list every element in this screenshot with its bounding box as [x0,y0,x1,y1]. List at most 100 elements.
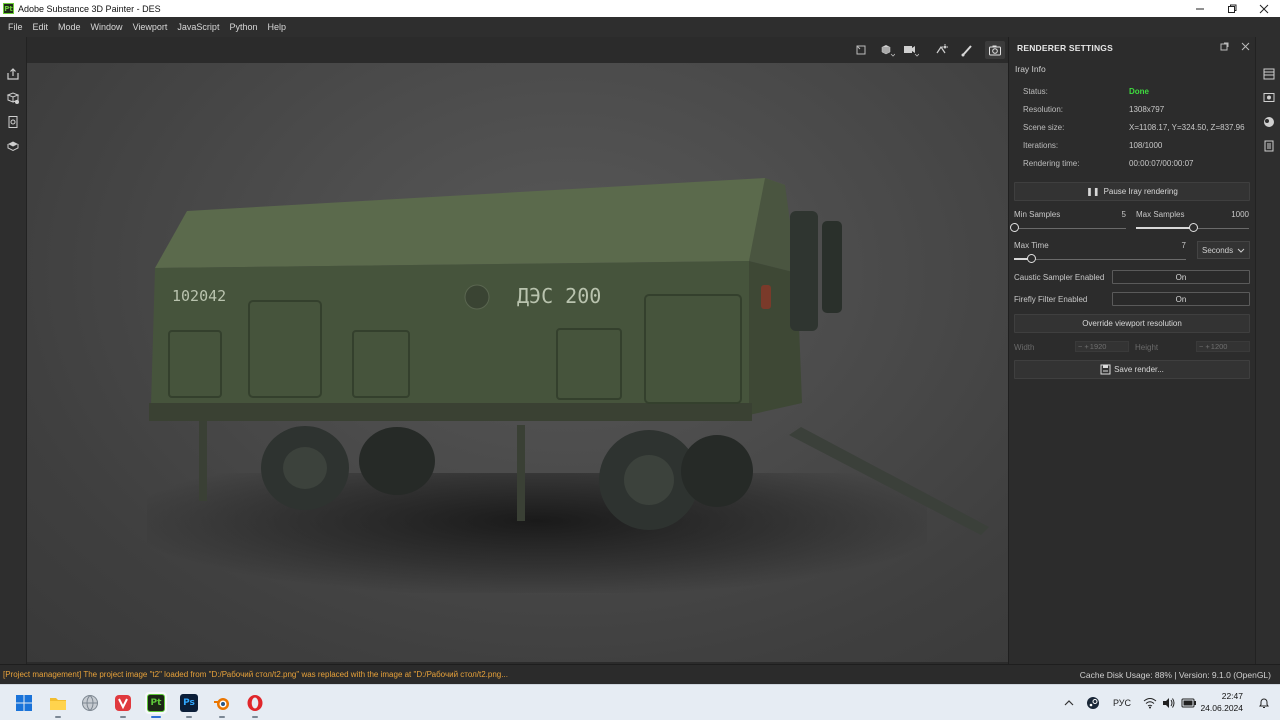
shelf-icon [7,141,19,152]
close-button[interactable] [1248,0,1280,17]
taskbar-clock[interactable]: 22:47 24.06.2024 [1200,690,1243,714]
camera-icon [904,46,919,57]
menu-help[interactable]: Help [262,22,291,32]
layers-button[interactable] [1261,66,1276,81]
minimize-button[interactable] [1184,0,1216,17]
pause-iray-label: Pause Iray rendering [1103,187,1178,196]
trailer-render: 102042 ДЭС 200 [149,178,989,535]
taskbar-photoshop[interactable]: Ps [178,692,200,718]
status-row: Status: Done [1023,87,1253,101]
firefly-filter-toggle[interactable]: On [1112,292,1250,306]
taskbar-globe-app[interactable] [79,692,101,714]
menu-edit[interactable]: Edit [28,22,54,32]
height-input[interactable]: − + 1200 [1196,341,1250,352]
firefly-filter-label: Firefly Filter Enabled [1014,295,1088,304]
tray-overflow-button[interactable] [1064,685,1074,720]
taskbar-blender[interactable] [211,692,233,718]
lights-button[interactable] [931,41,951,59]
width-input[interactable]: − + 1920 [1075,341,1129,352]
display-mode-button[interactable] [877,41,897,59]
volume-button[interactable] [1162,685,1176,720]
status-value: Done [1129,87,1149,96]
battery-button[interactable] [1181,685,1197,720]
iray-info-section: Iray Info [1015,64,1046,74]
steam-tray-button[interactable] [1086,685,1100,720]
start-button[interactable] [13,692,35,714]
document-button[interactable] [5,114,21,130]
minus-icon: − [1199,342,1204,351]
3d-viewport[interactable]: 102042 ДЭС 200 [27,63,1008,662]
frame-icon [856,45,866,55]
frame-button[interactable] [851,41,871,59]
height-label: Height [1135,343,1159,352]
min-samples-slider[interactable] [1010,223,1019,232]
windows-taskbar: Pt Ps РУС 22:47 24.06.2024 [0,684,1280,720]
maximize-button[interactable] [1216,0,1248,17]
left-toolbar [0,37,27,664]
scene-size-value: X=1108.17, Y=324.50, Z=837.96 [1129,123,1245,132]
running-indicator [252,716,258,718]
renderer-settings-panel: RENDERER SETTINGS Iray Info Status: Done… [1008,37,1255,664]
rendering-time-label: Rendering time: [1023,159,1080,168]
wifi-button[interactable] [1143,685,1157,720]
taskbar-opera[interactable] [244,692,266,718]
taskbar-vivaldi[interactable] [112,692,134,718]
plus-icon: + [1205,342,1210,351]
menu-viewport[interactable]: Viewport [128,22,173,32]
close-icon[interactable] [1241,42,1250,51]
save-render-button[interactable]: Save render... [1014,360,1250,379]
render-mode-button[interactable] [985,41,1005,59]
render-camera-icon [989,45,1001,56]
camera-button[interactable] [901,41,921,59]
trailer-exhaust [822,221,842,313]
taskbar-file-explorer[interactable] [47,692,69,718]
menu-mode[interactable]: Mode [53,22,86,32]
undock-icon[interactable] [1220,42,1229,51]
notifications-button[interactable] [1258,685,1270,720]
chevron-down-icon [1237,248,1245,253]
caustic-sampler-toggle[interactable]: On [1112,270,1250,284]
running-indicator [120,716,126,718]
save-icon [1100,364,1111,375]
panel-header: RENDERER SETTINGS [1009,37,1256,59]
max-samples-slider[interactable] [1188,223,1198,232]
taskbar-substance-painter[interactable]: Pt [145,692,167,718]
width-label: Width [1014,343,1035,352]
trailer-chassis [149,403,752,421]
cube-icon [881,45,895,57]
shelf-button[interactable] [5,138,21,154]
log-icon [1264,140,1273,151]
app-window: Pt Adobe Substance 3D Painter - DES File… [0,0,1280,720]
language-indicator[interactable]: РУС [1113,685,1131,720]
bake-icon [6,92,20,104]
status-bar: [Project management] The project image "… [0,664,1280,684]
file-explorer-icon [50,698,66,710]
menu-javascript[interactable]: JavaScript [172,22,224,32]
lights-icon [936,44,948,54]
menu-file[interactable]: File [3,22,28,32]
substance-painter-app-icon: Pt [3,3,14,14]
pause-iray-button[interactable]: ❚❚ Pause Iray rendering [1014,182,1250,201]
export-button[interactable] [5,66,21,82]
environment-button[interactable] [1261,114,1276,129]
save-render-label: Save render... [1114,365,1164,374]
max-time-slider[interactable] [1027,254,1037,263]
menu-python[interactable]: Python [224,22,262,32]
running-indicator [219,716,225,718]
trailer-hub [624,455,674,505]
blender-icon [214,698,229,710]
display-settings-button[interactable] [1261,90,1276,105]
max-time-track [1014,259,1186,260]
time-unit-dropdown[interactable]: Seconds [1197,241,1250,259]
minus-icon: − [1078,342,1083,351]
running-indicator [55,716,61,718]
panel-header-icons [1220,42,1250,51]
log-button[interactable] [1261,138,1276,153]
volume-icon [1163,698,1175,708]
brush-button[interactable] [957,41,977,59]
bake-button[interactable] [5,90,21,106]
title-bar: Pt Adobe Substance 3D Painter - DES [0,0,1280,17]
wifi-icon [1143,698,1157,709]
override-viewport-resolution-button[interactable]: Override viewport resolution [1014,314,1250,333]
menu-window[interactable]: Window [86,22,128,32]
